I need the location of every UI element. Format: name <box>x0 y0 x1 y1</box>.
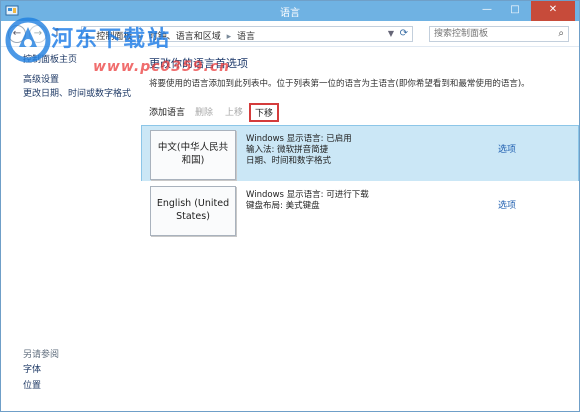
language-name: 中文(中华人民共 <box>157 142 229 153</box>
sidebar-item-change-date-format[interactable]: 更改日期、时间或数字格式 <box>23 87 141 101</box>
sidebar-home-link[interactable]: 控制面板主页 <box>23 53 141 67</box>
navigation-bar: ← → ↑ ▸ 控制面板 ▸ 时钟、语言和区域 ▸ 语言 ▼ ⟳ ⌕ <box>1 21 579 47</box>
add-language-button[interactable]: 添加语言 <box>149 105 185 118</box>
chevron-down-icon[interactable]: ▼ <box>388 29 394 38</box>
maximize-button[interactable]: □ <box>501 1 529 21</box>
refresh-icon[interactable]: ⟳ <box>400 28 408 39</box>
breadcrumb-separator: ▸ <box>226 32 232 42</box>
close-button[interactable]: ✕ <box>531 1 575 21</box>
move-down-button[interactable]: 下移 <box>249 103 280 122</box>
minimize-button[interactable]: — <box>473 1 501 21</box>
keyboard-layout: 键盘布局: 美式键盘 <box>246 201 320 211</box>
display-language-status: Windows 显示语言: 已启用 <box>246 134 352 144</box>
language-name: English (United <box>156 198 230 209</box>
see-also-heading: 另请参阅 <box>23 350 60 360</box>
language-row-chinese[interactable]: 中文(中华人民共 和国) Windows 显示语言: 已启用 输入法: 微软拼音… <box>141 125 579 185</box>
see-also-fonts-link[interactable]: 字体 <box>23 363 41 377</box>
breadcrumb-separator: ▸ <box>138 32 143 42</box>
breadcrumb: ▸ 控制面板 ▸ 时钟、语言和区域 ▸ 语言 <box>86 29 258 42</box>
breadcrumb-item-control-panel[interactable]: 控制面板 <box>96 32 132 42</box>
sidebar-item-advanced-settings[interactable]: 高级设置 <box>23 73 141 87</box>
language-window: 语言 — □ ✕ ← → ↑ ▸ 控制面板 ▸ 时钟、语言和区域 ▸ 语言 ▼ … <box>0 0 580 412</box>
search-box[interactable]: ⌕ <box>429 26 569 42</box>
breadcrumb-item-clock-language-region[interactable]: 时钟、语言和区域 <box>149 32 221 42</box>
language-options-link[interactable]: 选项 <box>498 198 516 211</box>
language-name: States) <box>176 211 210 222</box>
language-tile[interactable]: English (United States) <box>150 186 236 236</box>
language-options-link[interactable]: 选项 <box>498 142 516 155</box>
forward-button[interactable]: → <box>29 25 47 43</box>
language-tile[interactable]: 中文(中华人民共 和国) <box>150 130 236 180</box>
breadcrumb-separator: ▸ <box>86 32 91 42</box>
language-details: Windows 显示语言: 可进行下载 键盘布局: 美式键盘 <box>246 190 369 212</box>
language-details: Windows 显示语言: 已启用 输入法: 微软拼音简捷 日期、时间和数字格式 <box>246 134 352 167</box>
address-bar[interactable]: ▸ 控制面板 ▸ 时钟、语言和区域 ▸ 语言 ▼ ⟳ <box>81 26 413 42</box>
move-up-button[interactable]: 上移 <box>225 105 243 118</box>
main-content: 更改你的语言首选项 将要使用的语言添加到此列表中。位于列表第一位的语言为主语言(… <box>141 53 579 403</box>
sidebar: 控制面板主页 高级设置 更改日期、时间或数字格式 另请参阅 字体 位置 <box>23 53 141 403</box>
search-icon[interactable]: ⌕ <box>558 28 564 39</box>
input-method: 输入法: 微软拼音简捷 <box>246 145 329 155</box>
back-button[interactable]: ← <box>8 25 26 43</box>
page-title: 更改你的语言首选项 <box>149 57 248 70</box>
page-description: 将要使用的语言添加到此列表中。位于列表第一位的语言为主语言(即你希望看到和最常使… <box>149 79 530 89</box>
display-language-status: Windows 显示语言: 可进行下载 <box>246 190 369 200</box>
language-name: 和国) <box>181 155 205 166</box>
title-bar: 语言 — □ ✕ <box>1 1 579 21</box>
date-time-format: 日期、时间和数字格式 <box>246 156 332 166</box>
language-row-english[interactable]: English (United States) Windows 显示语言: 可进… <box>141 181 579 241</box>
up-button[interactable]: ↑ <box>51 25 63 43</box>
see-also-location-link[interactable]: 位置 <box>23 379 41 393</box>
breadcrumb-item-language[interactable]: 语言 <box>237 32 255 42</box>
search-input[interactable] <box>430 27 548 41</box>
remove-language-button[interactable]: 删除 <box>195 105 213 118</box>
